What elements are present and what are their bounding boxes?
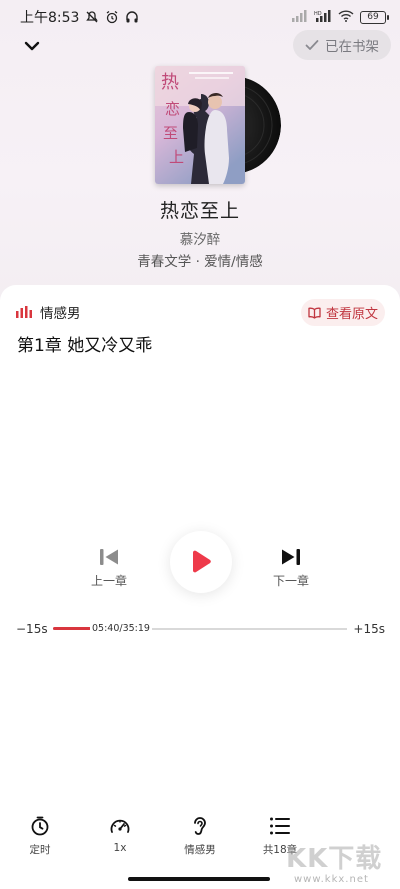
skip-back-15-button[interactable]: −15s: [16, 622, 48, 636]
signal-2-icon: HD: [314, 9, 332, 25]
svg-text:热: 热: [161, 72, 179, 93]
watermark-text: KK下载: [286, 844, 383, 874]
svg-text:恋: 恋: [165, 100, 180, 118]
chapter-title: 第1章 她又冷又乖: [17, 336, 153, 356]
next-chapter-button[interactable]: 下一章: [268, 548, 314, 589]
audio-bars-icon: [16, 306, 32, 318]
svg-text:至: 至: [163, 124, 178, 142]
status-bar: 上午8:53 HD 69: [0, 0, 400, 34]
timer-label: 定时: [29, 844, 51, 856]
speed-icon: [110, 819, 130, 833]
on-shelf-label: 已在书架: [325, 39, 379, 55]
timer-icon: [31, 816, 49, 836]
alarm-icon: [105, 10, 119, 24]
narrator-name: 情感男: [40, 306, 81, 322]
headphones-icon: [125, 10, 139, 24]
speed-label: 1x: [113, 842, 127, 854]
view-original-label: 查看原文: [325, 307, 378, 322]
view-original-button[interactable]: 查看原文: [301, 299, 385, 326]
skip-next-icon: [282, 549, 300, 565]
progress-time-handle[interactable]: 05:40/35:19: [90, 620, 152, 636]
battery-icon: 69: [360, 10, 389, 24]
previous-chapter-label: 上一章: [90, 574, 127, 588]
on-shelf-button[interactable]: 已在书架: [293, 30, 391, 60]
collapse-button[interactable]: [18, 34, 46, 58]
svg-text:上: 上: [169, 148, 184, 166]
play-button[interactable]: [170, 531, 232, 593]
watermark-url: www.kkx.net: [294, 874, 369, 885]
check-icon: [305, 40, 319, 50]
ear-icon: [194, 817, 206, 835]
play-icon: [193, 550, 211, 573]
list-icon: [270, 817, 290, 835]
mute-icon: [85, 10, 99, 24]
book-author[interactable]: 慕汐醉: [0, 228, 400, 248]
narrator-row[interactable]: 情感男: [16, 302, 81, 322]
home-indicator[interactable]: [128, 877, 270, 881]
watermark-logo: KK下载 www.kkx.net: [286, 838, 396, 888]
book-title: 热恋至上: [159, 200, 240, 222]
skip-forward-15-button[interactable]: +15s: [353, 622, 385, 636]
narrator-select-button[interactable]: 情感男: [170, 816, 230, 857]
previous-chapter-button[interactable]: 上一章: [86, 548, 132, 589]
status-time: 上午8:53: [20, 10, 80, 26]
skip-previous-icon: [100, 549, 118, 565]
narrator-select-label: 情感男: [184, 844, 216, 856]
book-tags: 青春文学 · 爱情/情感: [137, 254, 263, 270]
progress-fill: [53, 627, 91, 630]
book-open-icon: [308, 307, 321, 319]
book-cover-image: 热 恋 至 上: [155, 66, 245, 184]
next-chapter-label: 下一章: [272, 574, 309, 588]
signal-1-icon: [292, 9, 308, 25]
speed-button[interactable]: 1x: [90, 816, 150, 854]
timer-button[interactable]: 定时: [10, 816, 70, 857]
wifi-icon: [338, 9, 354, 25]
book-cover-group: 热 恋 至 上: [155, 66, 281, 184]
chevron-down-icon: [24, 41, 40, 51]
